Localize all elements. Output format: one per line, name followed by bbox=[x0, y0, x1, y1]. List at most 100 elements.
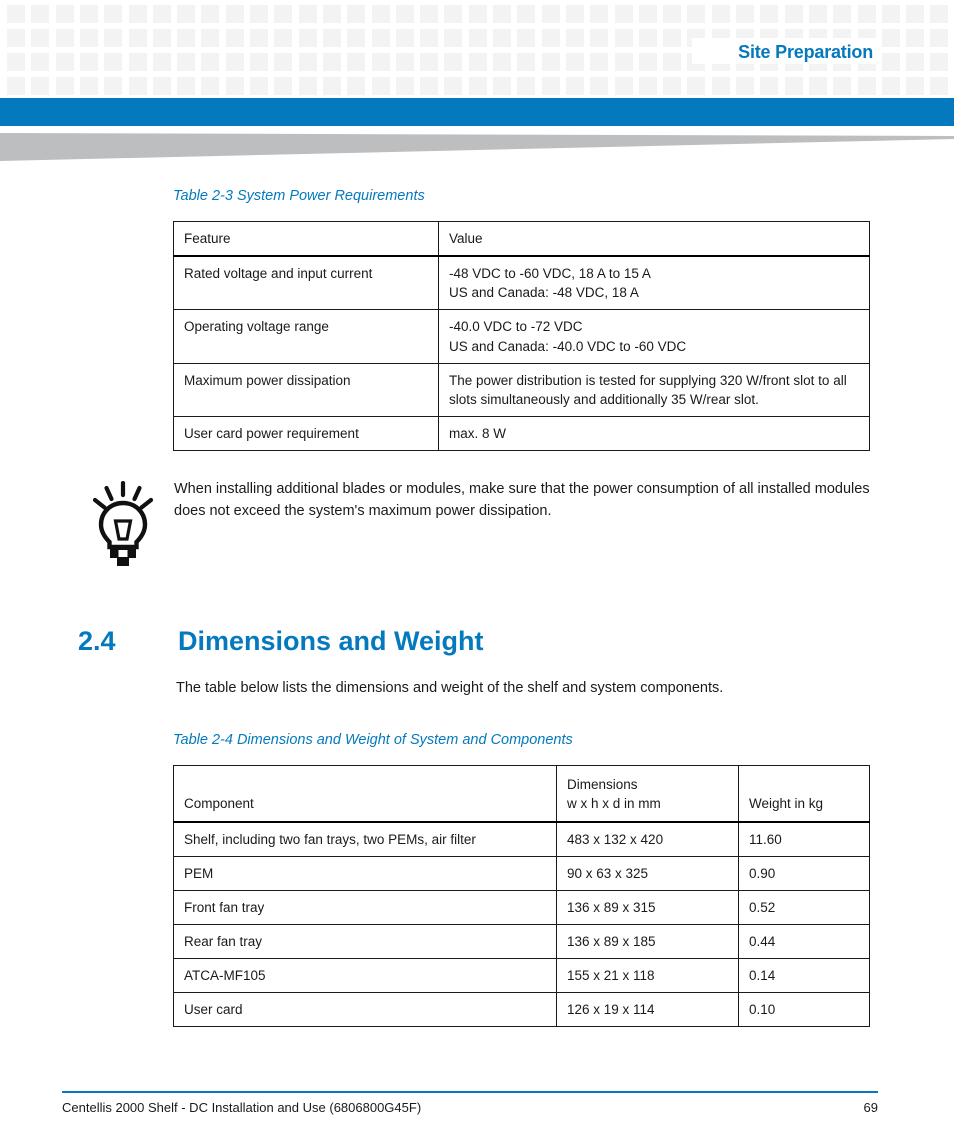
header-pattern-square bbox=[274, 29, 293, 47]
header-pattern-square bbox=[444, 77, 463, 95]
header-pattern-square bbox=[517, 53, 536, 71]
table-dims-caption: Table 2-4 Dimensions and Weight of Syste… bbox=[173, 732, 573, 748]
col-header-component: Component bbox=[173, 765, 557, 823]
cell-component: Front fan tray bbox=[173, 889, 557, 925]
header-pattern-square bbox=[930, 77, 949, 95]
header-pattern-square bbox=[638, 53, 657, 71]
header-pattern-square bbox=[590, 53, 609, 71]
cell-value-line: -40.0 VDC to -72 VDC bbox=[449, 319, 583, 335]
header-pattern-square bbox=[152, 5, 171, 23]
header-pattern-square bbox=[55, 5, 74, 23]
cell-weight: 0.90 bbox=[738, 855, 870, 891]
header-pattern-square bbox=[250, 29, 268, 47]
header-pattern-square bbox=[541, 53, 560, 71]
header-pattern-square bbox=[395, 77, 414, 95]
header-pattern-square bbox=[881, 77, 900, 95]
header-pattern-square bbox=[128, 77, 147, 95]
col-header-dimensions-line1: Dimensions bbox=[567, 777, 638, 793]
header-pattern-square bbox=[736, 5, 754, 23]
header-pattern-square bbox=[881, 29, 900, 47]
cell-feature: Maximum power dissipation bbox=[173, 362, 439, 418]
cell-dimensions: 126 x 19 x 114 bbox=[556, 992, 739, 1028]
header-pattern-square bbox=[177, 77, 196, 95]
table-header-row: Feature Value bbox=[173, 221, 870, 258]
header-pattern-square bbox=[31, 29, 50, 47]
header-pattern-square bbox=[322, 29, 341, 47]
header-pattern-square bbox=[906, 53, 925, 71]
cell-value-line: -48 VDC to -60 VDC, 18 A to 15 A bbox=[449, 266, 651, 282]
header-pattern-square bbox=[152, 77, 171, 95]
header-pattern-square bbox=[177, 53, 196, 71]
cell-value: The power distribution is tested for sup… bbox=[438, 362, 870, 418]
header-pattern-square bbox=[225, 5, 244, 23]
header-pattern-square bbox=[784, 5, 803, 23]
header-pattern-square bbox=[541, 77, 560, 95]
header-pattern-square bbox=[468, 29, 487, 47]
header-pattern-square bbox=[274, 53, 293, 71]
cell-value: max. 8 W bbox=[438, 416, 870, 452]
header-pattern-square bbox=[55, 53, 74, 71]
header-pattern-square bbox=[420, 29, 439, 47]
header-pattern-square bbox=[274, 77, 293, 95]
header-pattern-square bbox=[128, 53, 147, 71]
header-gray-wedge bbox=[0, 133, 954, 161]
header-pattern-square bbox=[565, 29, 584, 47]
header-pattern-square bbox=[371, 5, 390, 23]
header-pattern-square bbox=[663, 5, 682, 23]
header-pattern-square bbox=[201, 53, 220, 71]
header-pattern-square bbox=[104, 29, 123, 47]
cell-value-line: US and Canada: -40.0 VDC to -60 VDC bbox=[449, 338, 687, 354]
header-pattern-square bbox=[614, 5, 633, 23]
header-pattern-square bbox=[930, 53, 949, 71]
header-pattern-square bbox=[225, 29, 244, 47]
header-pattern-square bbox=[906, 5, 925, 23]
header-pattern-square bbox=[371, 77, 390, 95]
header-pattern-square bbox=[614, 77, 633, 95]
header-pattern-square bbox=[55, 29, 74, 47]
col-header-feature: Feature bbox=[173, 221, 439, 258]
header-pattern-square bbox=[250, 77, 268, 95]
header-pattern-square bbox=[250, 53, 268, 71]
cell-feature: User card power requirement bbox=[173, 416, 439, 452]
cell-component: PEM bbox=[173, 855, 557, 891]
header-pattern-square bbox=[79, 53, 98, 71]
header-pattern-square bbox=[808, 5, 827, 23]
header-pattern-square bbox=[104, 5, 123, 23]
header-pattern-square bbox=[663, 53, 682, 71]
header-pattern-square bbox=[565, 53, 584, 71]
table-power-caption: Table 2-3 System Power Requirements bbox=[173, 188, 425, 204]
header-pattern-square bbox=[395, 5, 414, 23]
header-pattern-square bbox=[906, 29, 925, 47]
header-pattern-square bbox=[420, 53, 439, 71]
header-pattern-square bbox=[760, 77, 779, 95]
table-header-row: Component Dimensions w x h x d in mm Wei… bbox=[173, 765, 870, 823]
header-pattern-square bbox=[833, 77, 852, 95]
header-pattern-square bbox=[784, 77, 803, 95]
header-pattern-square bbox=[687, 77, 706, 95]
header-pattern-square bbox=[444, 53, 463, 71]
tip-note-text: When installing additional blades or mod… bbox=[174, 481, 870, 520]
header-pattern-square bbox=[614, 53, 633, 71]
table-row: PEM 90 x 63 x 325 0.90 bbox=[173, 855, 870, 891]
table-row: User card 126 x 19 x 114 0.10 bbox=[173, 992, 870, 1028]
header-pattern-square bbox=[444, 29, 463, 47]
header-pattern-square bbox=[420, 77, 439, 95]
cell-weight: 0.44 bbox=[738, 923, 870, 960]
header-pattern-square bbox=[638, 5, 657, 23]
header-pattern-square bbox=[298, 77, 317, 95]
header-pattern-square bbox=[420, 5, 439, 23]
header-pattern-square bbox=[468, 5, 487, 23]
cell-weight: 0.10 bbox=[738, 992, 870, 1028]
header-pattern-square bbox=[857, 5, 876, 23]
header-pattern-square bbox=[663, 77, 682, 95]
header-pattern-square bbox=[347, 5, 366, 23]
cell-feature: Rated voltage and input current bbox=[173, 255, 439, 311]
table-dimensions-and-weight: Component Dimensions w x h x d in mm Wei… bbox=[173, 765, 870, 1028]
header-pattern-square bbox=[565, 5, 584, 23]
table-row: User card power requirement max. 8 W bbox=[173, 416, 870, 452]
header-pattern-square bbox=[104, 77, 123, 95]
header-pattern-square bbox=[857, 77, 876, 95]
header-pattern-square bbox=[395, 29, 414, 47]
header-pattern-square bbox=[760, 5, 779, 23]
table-system-power-requirements: Feature Value Rated voltage and input cu… bbox=[173, 221, 870, 452]
